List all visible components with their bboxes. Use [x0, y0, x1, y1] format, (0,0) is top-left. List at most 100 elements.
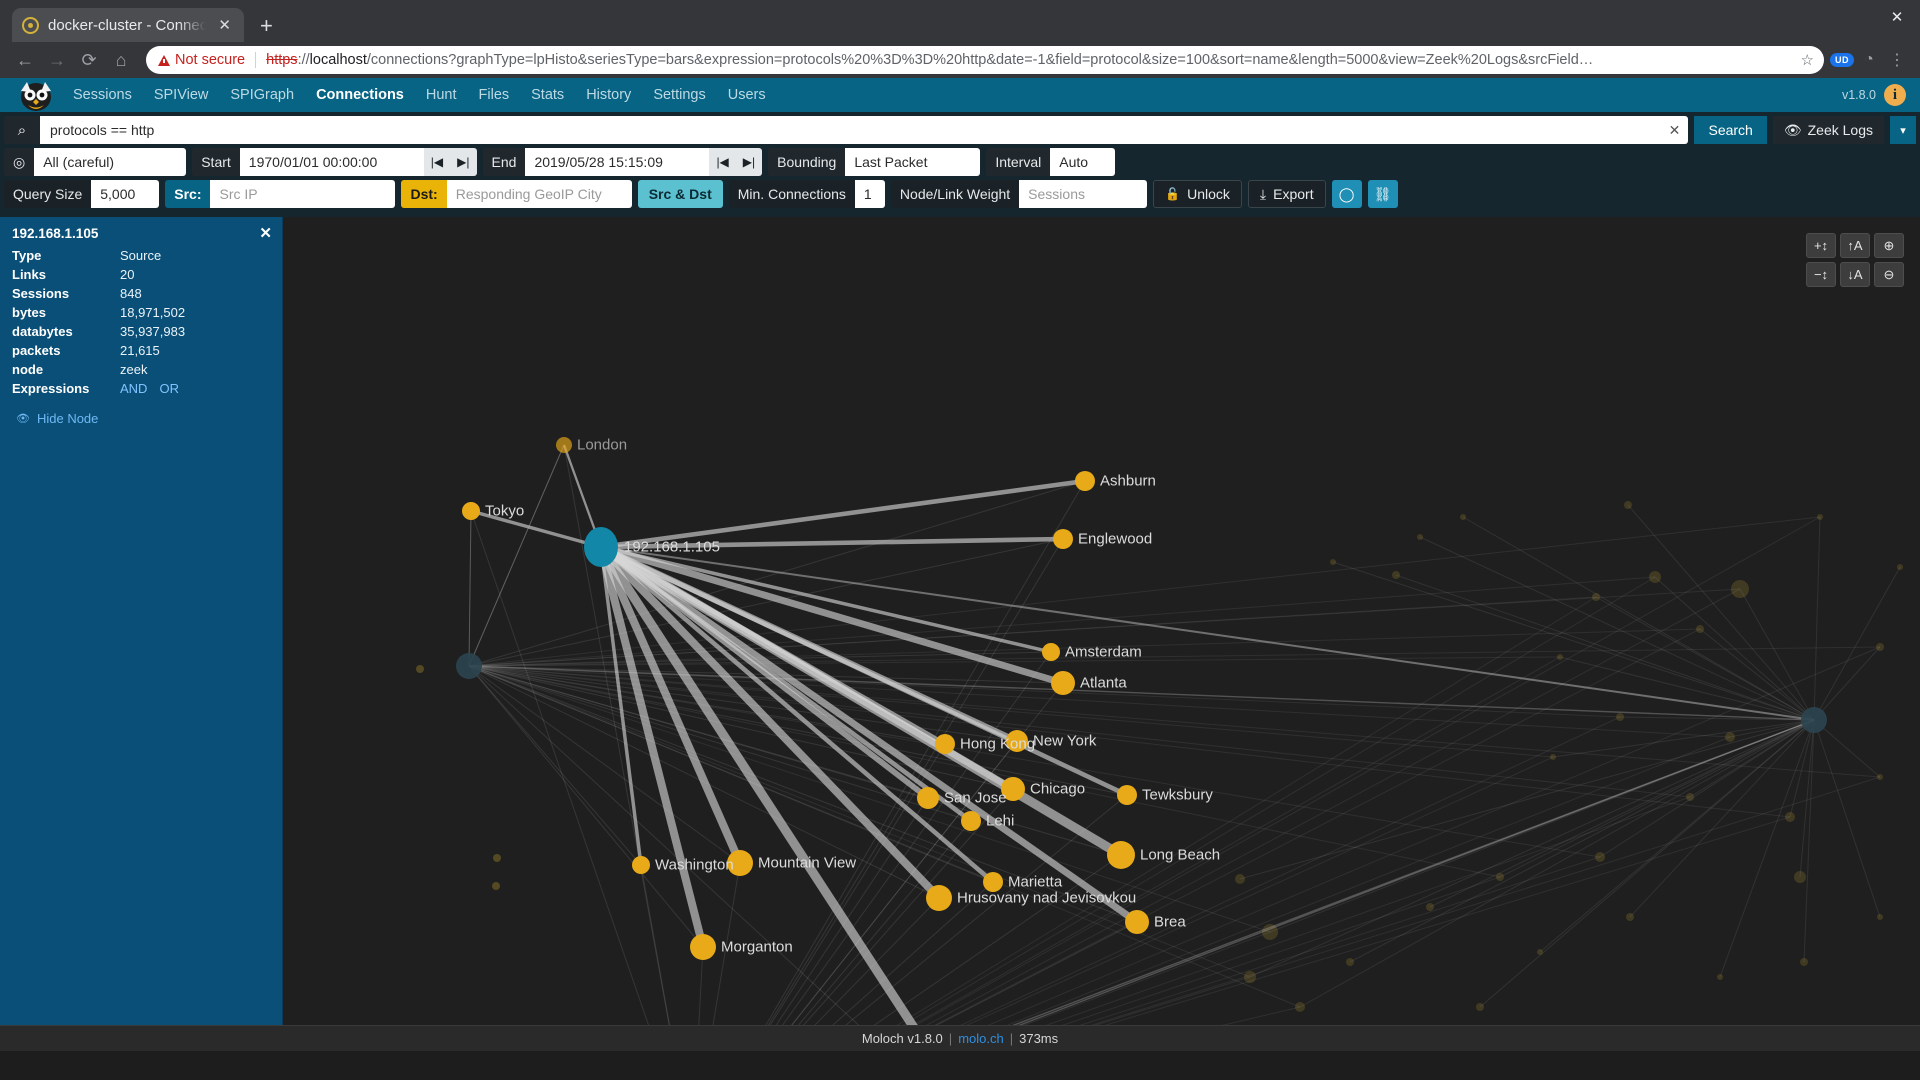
divider	[255, 52, 257, 68]
nav-item-users[interactable]: Users	[717, 78, 777, 112]
info-key: Links	[12, 267, 46, 282]
tab-title: docker-cluster - Connections	[48, 16, 207, 34]
src-field-select[interactable]: Src IP	[210, 180, 396, 208]
browser-toolbar: ← → ⟳ ⌂ Not secure https :// localhost /…	[0, 42, 1920, 78]
address-bar[interactable]: Not secure https :// localhost /connecti…	[146, 46, 1824, 74]
node-link-weight-select[interactable]: Sessions	[1019, 180, 1148, 208]
unlock-button[interactable]: 🔓 Unlock	[1153, 180, 1242, 208]
info-value: 21,615	[120, 343, 160, 358]
end-next-icon[interactable]: ▶|	[736, 155, 762, 169]
dst-label: Dst:	[401, 180, 447, 208]
clock-icon[interactable]: ◎	[4, 148, 35, 176]
zoom-out-icon[interactable]: ⊖	[1874, 262, 1904, 287]
nav-item-stats[interactable]: Stats	[520, 78, 575, 112]
node-link-weight-label: Node/Link Weight	[890, 180, 1020, 208]
bounding-select[interactable]: Last Packet	[845, 148, 981, 176]
expression-or-link[interactable]: OR	[159, 381, 179, 396]
browser-menu-icon[interactable]: ⋮	[1884, 47, 1910, 73]
info-value: 20	[120, 267, 135, 282]
circle-layout-icon[interactable]: ◯	[1331, 180, 1362, 208]
start-time-input[interactable]: 1970/01/01 00:00:00	[239, 148, 424, 176]
dst-field-select[interactable]: Responding GeoIP City	[446, 180, 632, 208]
end-prev-icon[interactable]: |◀	[709, 155, 735, 169]
link-layout-icon[interactable]: ⛓	[1367, 180, 1398, 208]
end-label: End	[482, 148, 526, 176]
nav-item-files[interactable]: Files	[468, 78, 521, 112]
interval-group: Interval Auto	[986, 148, 1116, 176]
query-timing: 373ms	[1019, 1031, 1059, 1046]
info-icon[interactable]: i	[1884, 84, 1906, 106]
divider: |	[1009, 1031, 1014, 1046]
status-bar: Moloch v1.8.0 | molo.ch | 373ms	[0, 1025, 1920, 1051]
nav-item-connections[interactable]: Connections	[305, 78, 415, 112]
interval-select[interactable]: Auto	[1050, 148, 1116, 176]
search-input[interactable]: protocols == http	[40, 116, 1661, 144]
favicon-icon	[22, 16, 39, 34]
close-icon[interactable]: ✕	[259, 224, 272, 242]
time-range-select[interactable]: All (careful)	[34, 148, 187, 176]
graph-canvas[interactable]	[0, 217, 1920, 1025]
min-connections-group: Min. Connections 1	[728, 180, 885, 208]
info-value: 18,971,502	[120, 305, 186, 320]
src-dst-toggle-button[interactable]: Src & Dst	[637, 180, 723, 208]
info-key: bytes	[12, 305, 46, 320]
nav-item-settings[interactable]: Settings	[642, 78, 716, 112]
security-label: Not secure	[175, 52, 246, 68]
node-info-panel: 192.168.1.105 ✕ Type Source Links 20 Session…	[0, 217, 283, 1025]
nav-item-history[interactable]: History	[575, 78, 642, 112]
query-size-input[interactable]: 5,000	[91, 180, 160, 208]
export-button[interactable]: ⤓ Export	[1247, 180, 1326, 208]
min-connections-input[interactable]: 1	[854, 180, 885, 208]
bounding-group: Bounding Last Packet	[768, 148, 981, 176]
view-selector-button[interactable]: 👁 Zeek Logs	[1772, 116, 1884, 144]
home-icon[interactable]: ⌂	[106, 45, 136, 75]
start-next-icon[interactable]: ▶|	[450, 155, 476, 169]
collapse-vertical-icon[interactable]: −↕	[1806, 262, 1836, 287]
node-info-rows: Type Source Links 20 Sessions 848 bytes 18,971,…	[0, 246, 282, 379]
chevron-down-icon[interactable]: ▾	[1890, 116, 1916, 144]
hide-node-button[interactable]: 👁 Hide Node	[0, 398, 282, 426]
connections-graph[interactable]: London Tokyo Ashburn Englewood Amsterdam Atla…	[0, 217, 1920, 1025]
reload-icon[interactable]: ⟳	[74, 45, 104, 75]
browser-tab[interactable]: docker-cluster - Connections ✕	[12, 8, 244, 42]
expression-and-link[interactable]: AND	[120, 381, 147, 396]
decrease-font-icon[interactable]: ↓A	[1840, 262, 1870, 287]
increase-font-icon[interactable]: ↑A	[1840, 233, 1870, 258]
close-window-button[interactable]: ✕	[1874, 0, 1920, 34]
profile-badge[interactable]: UD	[1830, 53, 1854, 67]
clear-search-icon[interactable]: ✕	[1660, 116, 1689, 144]
bookmark-star-icon[interactable]: ☆	[1795, 51, 1820, 69]
end-time-input[interactable]: 2019/05/28 15:15:09	[525, 148, 710, 176]
avatar[interactable]: ◔	[1856, 47, 1882, 73]
search-button[interactable]: Search	[1694, 116, 1767, 144]
time-row: ◎ All (careful) Start 1970/01/01 00:00:0…	[4, 148, 1916, 176]
info-value: 848	[120, 286, 142, 301]
unlock-label: Unlock	[1187, 186, 1230, 202]
tab-strip: docker-cluster - Connections ✕ + ✕	[0, 0, 1920, 42]
node-info-title: 192.168.1.105	[12, 225, 99, 241]
moloch-owl-logo-icon[interactable]	[14, 76, 58, 120]
back-icon[interactable]: ←	[10, 45, 40, 75]
forward-icon[interactable]: →	[42, 45, 72, 75]
eye-icon: 👁	[1783, 121, 1802, 138]
info-value: Source	[120, 248, 162, 263]
zoom-in-icon[interactable]: ⊕	[1874, 233, 1904, 258]
info-key: databytes	[12, 324, 73, 339]
close-icon[interactable]: ✕	[215, 16, 234, 35]
expand-vertical-icon[interactable]: +↕	[1806, 233, 1836, 258]
nav-item-spiview[interactable]: SPIView	[143, 78, 220, 112]
nav-item-sessions[interactable]: Sessions	[62, 78, 143, 112]
end-steppers: |◀ ▶|	[709, 148, 763, 176]
expressions-links: AND OR	[120, 381, 191, 396]
moloch-website-link[interactable]: molo.ch	[958, 1031, 1004, 1046]
start-prev-icon[interactable]: |◀	[424, 155, 450, 169]
nav-item-spigraph[interactable]: SPIGraph	[219, 78, 305, 112]
app-name-version: Moloch v1.8.0	[861, 1031, 943, 1046]
start-steppers: |◀ ▶|	[423, 148, 477, 176]
new-tab-button[interactable]: +	[260, 15, 273, 37]
not-secure-indicator[interactable]: Not secure	[158, 52, 245, 68]
info-row: node zeek	[0, 360, 282, 379]
info-row: Type Source	[0, 246, 282, 265]
graph-controls-row-bottom: −↕ ↓A ⊖	[1806, 262, 1904, 287]
nav-item-hunt[interactable]: Hunt	[415, 78, 468, 112]
